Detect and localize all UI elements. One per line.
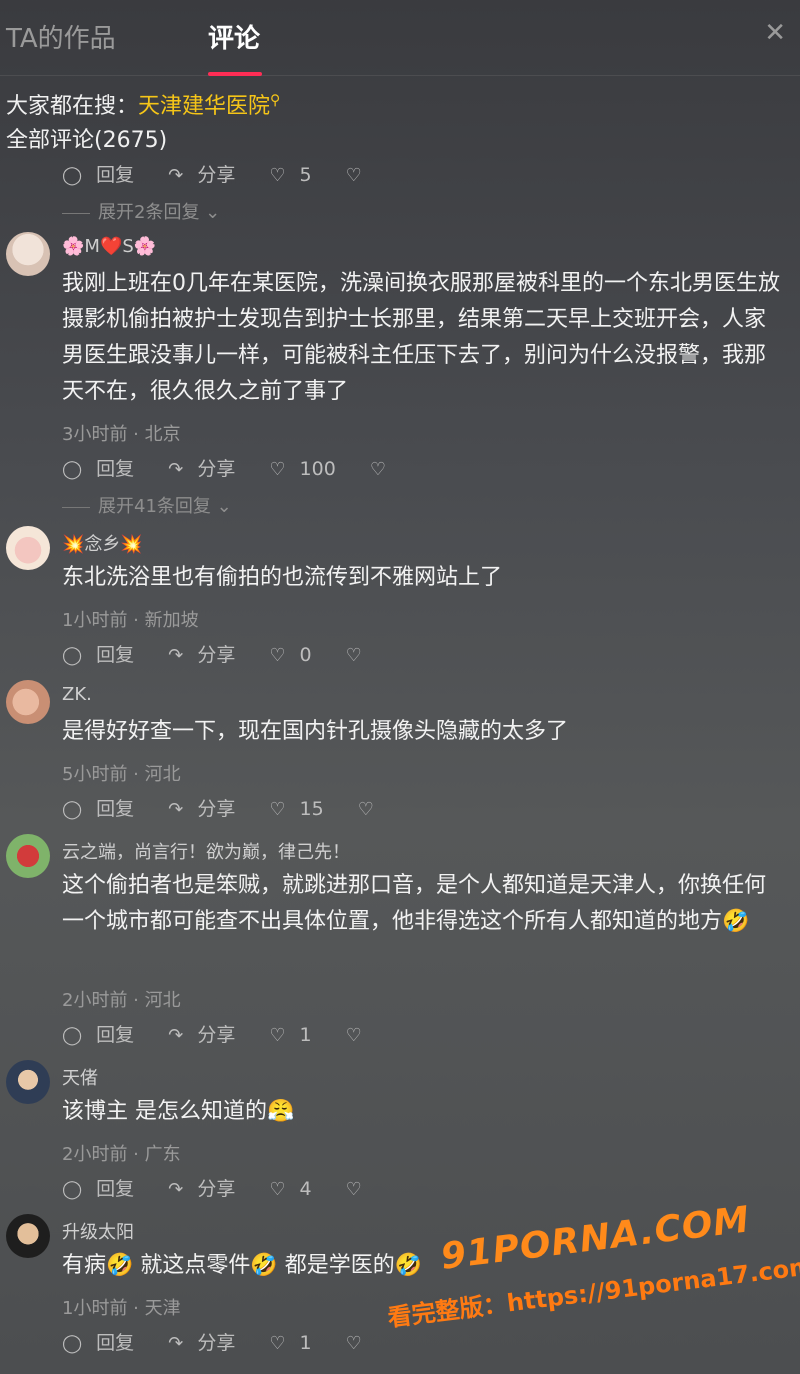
comment-text: 这个偷拍者也是笨贼，就跳进那口音，是个人都知道是天津人，你换任何一个城市都可能查… [62, 873, 767, 934]
comment-username[interactable]: 天偖 [62, 1064, 98, 1090]
comment-username[interactable]: ZK. [62, 684, 92, 705]
share-icon: ↷ [168, 799, 184, 820]
comment-actions: ◯ 回复 ↷ 分享 ♡ 15 ♡ [62, 794, 402, 821]
reply-button[interactable]: ◯ 回复 [62, 794, 148, 821]
share-button[interactable]: ↷ 分享 [168, 454, 249, 481]
comment-meta: 3小时前 · 北京 [62, 424, 181, 445]
comment-text: 是得好好查一下，现在国内针孔摄像头隐藏的太多了 [62, 719, 569, 744]
dislike-icon: ♡ [345, 1333, 362, 1354]
share-icon: ↷ [168, 645, 184, 666]
top-bar: TA的作品 评论 ✕ [0, 0, 800, 76]
reply-icon: ◯ [62, 1333, 83, 1354]
comment-username[interactable]: 云之端，尚言行！欲为巅，律己先！ [62, 838, 350, 864]
comment-meta: 2小时前 · 河北 [62, 990, 181, 1011]
share-button[interactable]: ↷ 分享 [168, 794, 249, 821]
dislike-icon: ♡ [345, 645, 362, 666]
share-button[interactable]: ↷ 分享 [168, 640, 249, 667]
dislike-button[interactable]: ♡ [346, 644, 376, 666]
dislike-button[interactable]: ♡ [346, 164, 376, 186]
comment-actions: ◯ 回复 ↷ 分享 ♡ 0 ♡ [62, 640, 390, 667]
share-icon: ↷ [168, 1179, 184, 1200]
search-icon: ⚲ [270, 92, 281, 109]
tab-works[interactable]: TA的作品 [6, 18, 116, 55]
share-icon: ↷ [168, 165, 184, 186]
reply-icon: ◯ [62, 1179, 83, 1200]
dislike-button[interactable]: ♡ [346, 1024, 376, 1046]
dislike-icon: ♡ [345, 1025, 362, 1046]
dislike-button[interactable]: ♡ [358, 798, 388, 820]
reply-button[interactable]: ◯ 回复 [62, 160, 148, 187]
dislike-button[interactable]: ♡ [346, 1332, 376, 1354]
expand-replies[interactable]: 展开41条回复 ⌄ [62, 492, 232, 518]
heart-icon: ♡ [269, 1333, 286, 1354]
like-button[interactable]: ♡ 0 [269, 644, 325, 666]
share-icon: ↷ [168, 459, 184, 480]
trending-search: 大家都在搜：天津建华医院⚲ [6, 88, 280, 120]
trending-search-term: 天津建华医院 [138, 94, 271, 119]
share-button[interactable]: ↷ 分享 [168, 1328, 249, 1355]
avatar[interactable] [6, 1060, 50, 1104]
comment-text: 我刚上班在0几年在某医院，洗澡间换衣服那屋被科里的一个东北男医生放摄影机偷拍被护… [62, 271, 780, 404]
comment-actions: ◯ 回复 ↷ 分享 ♡ 1 ♡ [62, 1328, 390, 1355]
avatar[interactable] [6, 526, 50, 570]
avatar[interactable] [6, 680, 50, 724]
comment-meta: 1小时前 · 天津 [62, 1298, 181, 1319]
like-button[interactable]: ♡ 1 [269, 1024, 325, 1046]
comment-username[interactable]: 💥念乡💥 [62, 530, 143, 556]
dislike-icon: ♡ [345, 165, 362, 186]
reply-icon: ◯ [62, 459, 83, 480]
comment-actions: ◯ 回复 ↷ 分享 ♡ 100 ♡ [62, 454, 414, 481]
heart-icon: ♡ [269, 1179, 286, 1200]
reply-icon: ◯ [62, 1025, 83, 1046]
expand-replies[interactable]: 展开2条回复 ⌄ [62, 198, 220, 224]
comment-actions: ◯ 回复 ↷ 分享 ♡ 5 ♡ [62, 160, 390, 187]
comment-meta: 5小时前 · 河北 [62, 764, 181, 785]
dislike-icon: ♡ [369, 459, 386, 480]
share-button[interactable]: ↷ 分享 [168, 1174, 249, 1201]
comment-actions: ◯ 回复 ↷ 分享 ♡ 4 ♡ [62, 1174, 390, 1201]
reply-icon: ◯ [62, 645, 83, 666]
dislike-button[interactable]: ♡ [370, 458, 400, 480]
heart-icon: ♡ [269, 165, 286, 186]
like-button[interactable]: ♡ 5 [269, 164, 325, 186]
reply-icon: ◯ [62, 799, 83, 820]
comment-username[interactable]: 升级太阳 [62, 1218, 134, 1244]
comment-text: 该博主 是怎么知道的😤 [62, 1099, 295, 1124]
heart-icon: ♡ [269, 799, 286, 820]
trending-search-link[interactable]: 天津建华医院⚲ [138, 92, 281, 119]
dislike-icon: ♡ [345, 1179, 362, 1200]
active-tab-indicator [208, 72, 262, 76]
like-button[interactable]: ♡ 100 [269, 458, 349, 480]
dislike-button[interactable]: ♡ [346, 1178, 376, 1200]
total-comments: 全部评论(2675) [6, 128, 168, 153]
reply-button[interactable]: ◯ 回复 [62, 1020, 148, 1047]
comment-meta: 1小时前 · 新加坡 [62, 610, 199, 631]
like-button[interactable]: ♡ 15 [269, 798, 337, 820]
heart-icon: ♡ [269, 1025, 286, 1046]
trending-search-prefix: 大家都在搜： [6, 94, 139, 119]
heart-icon: ♡ [269, 459, 286, 480]
reply-button[interactable]: ◯ 回复 [62, 454, 148, 481]
reply-button[interactable]: ◯ 回复 [62, 1328, 148, 1355]
comment-text: 东北洗浴里也有偷拍的也流传到不雅网站上了 [62, 565, 503, 590]
like-button[interactable]: ♡ 4 [269, 1178, 325, 1200]
share-button[interactable]: ↷ 分享 [168, 1020, 249, 1047]
share-icon: ↷ [168, 1025, 184, 1046]
tab-comments[interactable]: 评论 [208, 18, 260, 55]
avatar[interactable] [6, 1214, 50, 1258]
comment-username[interactable]: 🌸M❤️S🌸 [62, 236, 156, 257]
share-icon: ↷ [168, 1333, 184, 1354]
comment-actions: ◯ 回复 ↷ 分享 ♡ 1 ♡ [62, 1020, 390, 1047]
dislike-icon: ♡ [357, 799, 374, 820]
like-button[interactable]: ♡ 1 [269, 1332, 325, 1354]
reply-button[interactable]: ◯ 回复 [62, 1174, 148, 1201]
avatar[interactable] [6, 834, 50, 878]
heart-icon: ♡ [269, 645, 286, 666]
reply-button[interactable]: ◯ 回复 [62, 640, 148, 667]
close-icon[interactable]: ✕ [764, 18, 786, 48]
reply-icon: ◯ [62, 165, 83, 186]
comment-meta: 2小时前 · 广东 [62, 1144, 181, 1165]
avatar[interactable] [6, 232, 50, 276]
share-button[interactable]: ↷ 分享 [168, 160, 249, 187]
